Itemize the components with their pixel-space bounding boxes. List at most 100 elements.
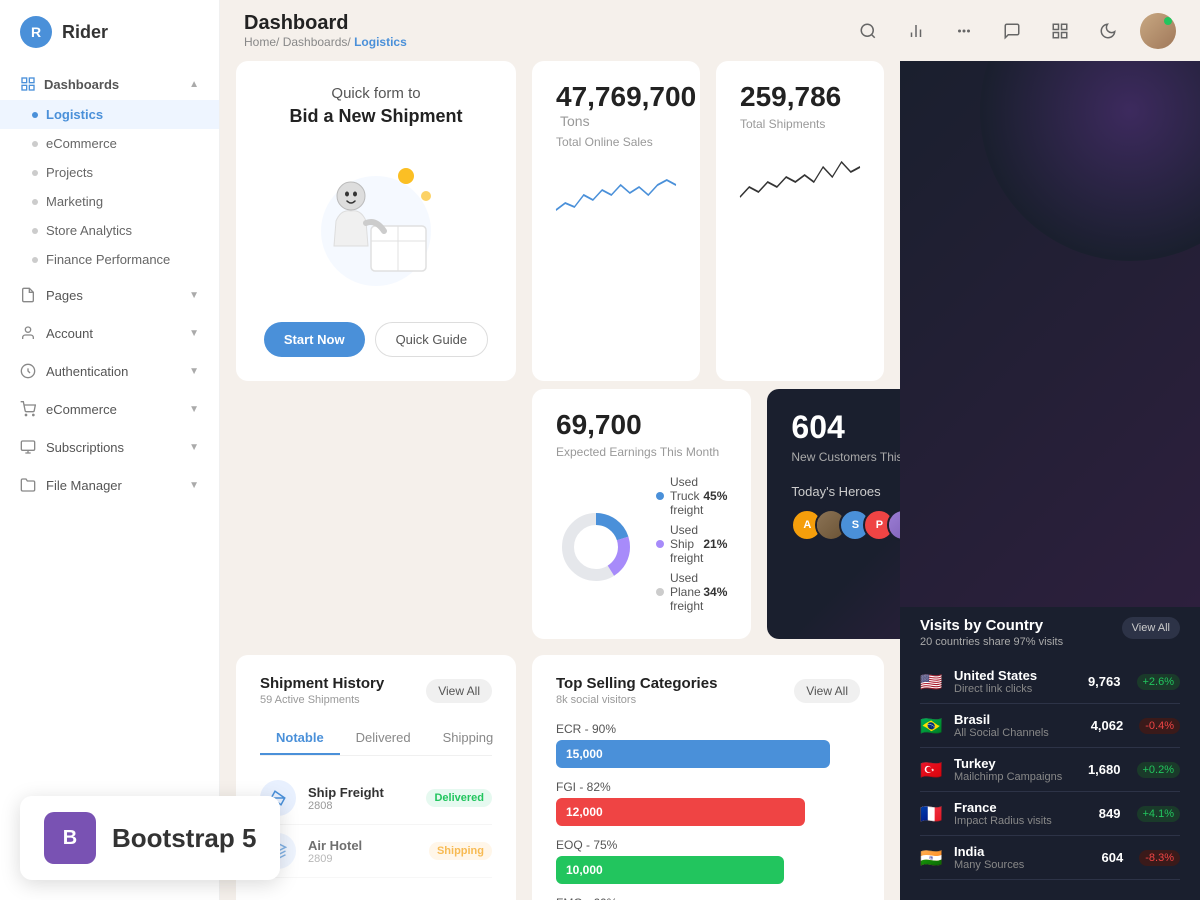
sidebar-item-projects[interactable]: Projects bbox=[0, 158, 219, 187]
sidebar-item-store-analytics[interactable]: Store Analytics bbox=[0, 216, 219, 245]
categories-title-group: Top Selling Categories 8k social visitor… bbox=[556, 675, 717, 706]
sidebar-account-item[interactable]: Account ▼ bbox=[0, 316, 219, 350]
sidebar-item-marketing[interactable]: Marketing bbox=[0, 187, 219, 216]
country-name: India bbox=[954, 844, 1092, 859]
shipments-label: Total Shipments bbox=[740, 117, 860, 131]
quick-guide-button[interactable]: Quick Guide bbox=[375, 322, 489, 357]
earnings-label: Expected Earnings This Month bbox=[556, 445, 727, 459]
subscriptions-icon bbox=[20, 439, 36, 455]
sidebar-item-label: Marketing bbox=[46, 194, 103, 209]
legend-plane: Used Plane freight 34% bbox=[656, 571, 727, 613]
sidebar-item-label: Store Analytics bbox=[46, 223, 132, 238]
categories-subtitle: 8k social visitors bbox=[556, 694, 717, 706]
sidebar-pages-label: Pages bbox=[46, 288, 83, 303]
tab-delivered[interactable]: Delivered bbox=[340, 722, 427, 755]
chevron-down-icon: ▼ bbox=[189, 366, 199, 377]
shipment-title: Shipment History bbox=[260, 675, 384, 692]
sidebar-item-finance[interactable]: Finance Performance bbox=[0, 245, 219, 274]
sidebar-item-label: Logistics bbox=[46, 107, 103, 122]
theme-toggle-icon[interactable] bbox=[1092, 15, 1124, 47]
sidebar-subscriptions-item[interactable]: Subscriptions ▼ bbox=[0, 430, 219, 464]
dashboards-label: Dashboards bbox=[44, 77, 119, 92]
country-row: 🇮🇳 India Many Sources 604 -8.3% bbox=[920, 836, 1180, 880]
categories-view-all-button[interactable]: View All bbox=[794, 679, 860, 703]
bar-label: ECR - 90% bbox=[556, 722, 860, 736]
sidebar-pages-section: Pages ▼ bbox=[0, 278, 219, 312]
sidebar-item-logistics[interactable]: Logistics bbox=[0, 100, 219, 129]
visits-title-group: Visits by Country 20 countries share 97%… bbox=[920, 617, 1063, 648]
shipments-number: 259,786 bbox=[740, 81, 860, 113]
country-flag: 🇺🇸 bbox=[920, 673, 944, 691]
country-name: France bbox=[954, 800, 1089, 815]
sidebar-item-ecommerce[interactable]: eCommerce bbox=[0, 129, 219, 158]
country-change-badge: +4.1% bbox=[1137, 806, 1181, 822]
dot-icon bbox=[32, 141, 38, 147]
quick-form-line1: Quick form to bbox=[289, 85, 462, 102]
tab-shipping[interactable]: Shipping bbox=[427, 722, 510, 755]
truck-dot bbox=[656, 492, 664, 500]
sidebar-pages-item[interactable]: Pages ▼ bbox=[0, 278, 219, 312]
tab-notable[interactable]: Notable bbox=[260, 722, 340, 755]
content-main: Quick form to Bid a New Shipment bbox=[220, 61, 900, 900]
placeholder-col bbox=[236, 389, 516, 639]
dashboard-icon bbox=[20, 76, 36, 92]
country-info: Turkey Mailchimp Campaigns bbox=[954, 756, 1078, 783]
sidebar-subscriptions-section: Subscriptions ▼ bbox=[0, 430, 219, 464]
category-bars: ECR - 90% 15,000 FGI - 82% 12,000 EOQ - … bbox=[556, 722, 860, 900]
country-flag: 🇫🇷 bbox=[920, 805, 944, 823]
pages-icon bbox=[20, 287, 36, 303]
bottom-cards-grid: Shipment History 59 Active Shipments Vie… bbox=[236, 655, 884, 900]
sidebar-dashboards-header[interactable]: Dashboards ▲ bbox=[0, 68, 219, 100]
shipment-view-all-button[interactable]: View All bbox=[426, 679, 492, 703]
chevron-down-icon: ▼ bbox=[189, 404, 199, 415]
sales-number: 47,769,700 bbox=[556, 81, 696, 112]
grid-icon[interactable] bbox=[948, 15, 980, 47]
earnings-donut-chart bbox=[556, 507, 636, 587]
middle-cards-grid: 69,700 Expected Earnings This Month bbox=[236, 389, 884, 639]
bar-label: EOQ - 75% bbox=[556, 838, 860, 852]
shipment-illustration bbox=[296, 151, 456, 291]
start-now-button[interactable]: Start Now bbox=[264, 322, 365, 357]
sales-chart bbox=[556, 165, 676, 225]
shipment-title-group: Shipment History 59 Active Shipments bbox=[260, 675, 384, 706]
sidebar-filemanager-item[interactable]: File Manager ▼ bbox=[0, 468, 219, 502]
heroes-avatars: A S P +2 bbox=[791, 509, 900, 541]
user-avatar[interactable] bbox=[1140, 13, 1176, 49]
breadcrumb-home: Home/ bbox=[244, 35, 279, 49]
plane-dot bbox=[656, 588, 664, 596]
country-info: Brasil All Social Channels bbox=[954, 712, 1081, 739]
country-change-badge: -8.3% bbox=[1139, 850, 1180, 866]
sidebar: R Rider Dashboards ▲ Logistics eCommerce… bbox=[0, 0, 220, 900]
sidebar-ecommerce-section: eCommerce ▼ bbox=[0, 392, 219, 426]
category-bar-row: FGI - 82% 12,000 bbox=[556, 780, 860, 826]
countries-list: 🇺🇸 United States Direct link clicks 9,76… bbox=[920, 660, 1180, 880]
country-row: 🇹🇷 Turkey Mailchimp Campaigns 1,680 +0.2… bbox=[920, 748, 1180, 792]
country-visits: 9,763 bbox=[1088, 674, 1121, 689]
search-icon[interactable] bbox=[852, 15, 884, 47]
truck-pct: 45% bbox=[703, 489, 727, 503]
notifications-icon[interactable] bbox=[996, 15, 1028, 47]
sales-unit: Tons bbox=[560, 113, 590, 129]
earnings-card: 69,700 Expected Earnings This Month bbox=[532, 389, 751, 639]
country-flag: 🇹🇷 bbox=[920, 761, 944, 779]
sidebar-auth-item[interactable]: Authentication ▼ bbox=[0, 354, 219, 388]
country-row: 🇺🇸 United States Direct link clicks 9,76… bbox=[920, 660, 1180, 704]
visits-view-all-button[interactable]: View All bbox=[1122, 617, 1180, 639]
dot-icon bbox=[32, 228, 38, 234]
apps-grid-icon[interactable] bbox=[1044, 15, 1076, 47]
categories-title: Top Selling Categories bbox=[556, 675, 717, 692]
chart-icon[interactable] bbox=[900, 15, 932, 47]
sidebar-filemanager-section: File Manager ▼ bbox=[0, 468, 219, 502]
sidebar-ecommerce-label: eCommerce bbox=[46, 402, 117, 417]
stat-value-sales: 47,769,700 Tons bbox=[556, 81, 676, 131]
sidebar-account-section: Account ▼ bbox=[0, 316, 219, 350]
sidebar-ecommerce-item[interactable]: eCommerce ▼ bbox=[0, 392, 219, 426]
shipment-name: Ship Freight bbox=[308, 785, 414, 800]
bar-label: FGI - 82% bbox=[556, 780, 860, 794]
breadcrumb-active: Logistics bbox=[354, 35, 407, 49]
country-name: Brasil bbox=[954, 712, 1081, 727]
right-panel: Explore Help Buy now Visits by Country 2… bbox=[900, 61, 1200, 900]
country-change-badge: -0.4% bbox=[1139, 718, 1180, 734]
total-shipments-card: 259,786 Total Shipments bbox=[716, 61, 884, 381]
quick-form-text: Quick form to Bid a New Shipment bbox=[289, 85, 462, 127]
